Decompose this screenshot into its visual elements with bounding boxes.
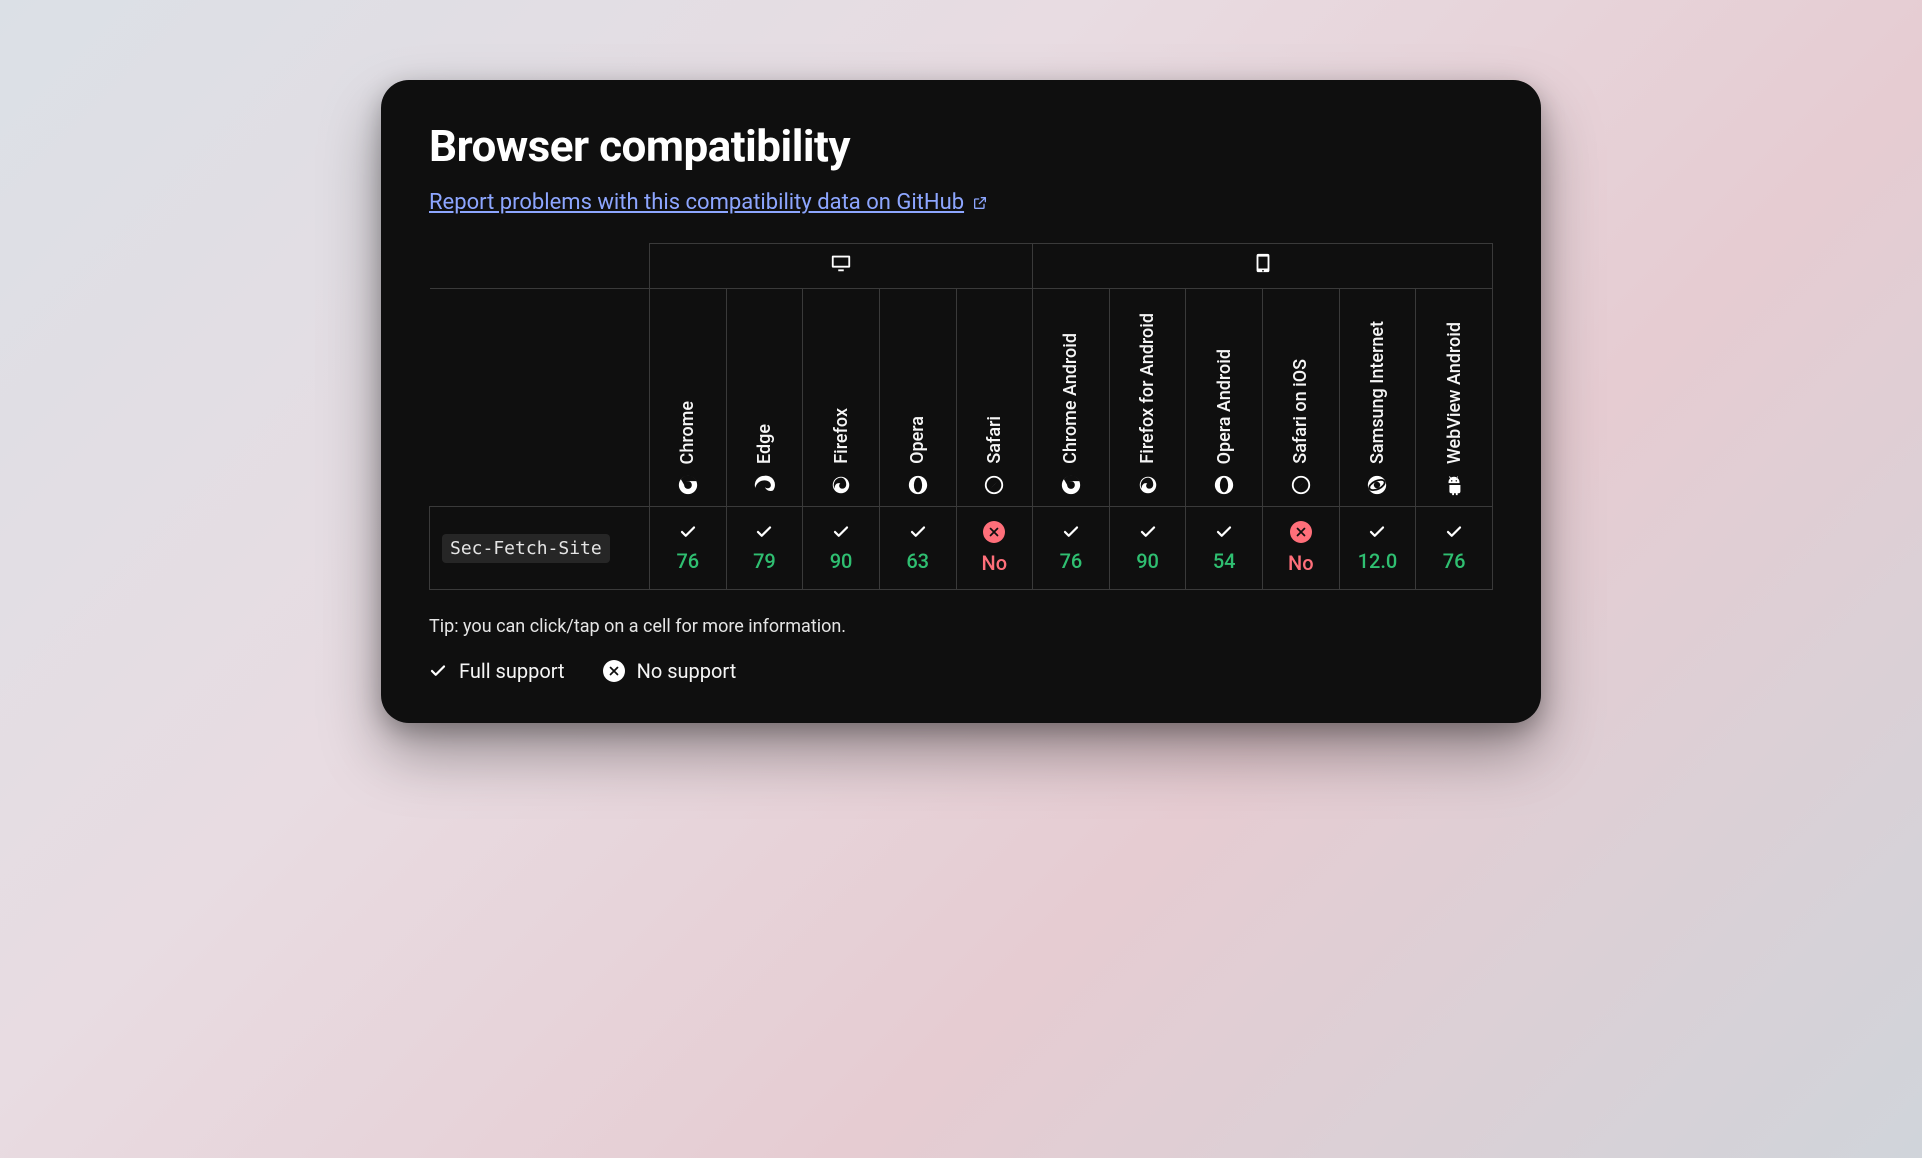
support-cell-webview_android[interactable]: 76	[1416, 507, 1493, 590]
browser-name: Firefox for Android	[1137, 313, 1158, 464]
support-version: 76	[1060, 549, 1083, 573]
browser-name: Chrome Android	[1060, 333, 1081, 464]
support-cell-safari_ios[interactable]: No	[1263, 507, 1340, 590]
check-icon	[429, 662, 447, 680]
browser-head-firefox_android: Firefox for Android	[1109, 289, 1186, 507]
support-cell-firefox[interactable]: 90	[803, 507, 880, 590]
browser-head-chrome: Chrome	[650, 289, 727, 507]
chrome-icon	[677, 474, 699, 496]
feature-blank	[430, 289, 650, 507]
browser-head-edge: Edge	[726, 289, 803, 507]
edge-icon	[753, 474, 775, 496]
check-icon	[832, 523, 850, 541]
legend-none-label: No support	[637, 659, 737, 683]
legend-full-label: Full support	[459, 659, 565, 683]
check-icon	[1062, 523, 1080, 541]
report-issue-link[interactable]: Report problems with this compatibility …	[429, 190, 988, 215]
support-version: 12.0	[1358, 549, 1398, 573]
check-icon	[755, 523, 773, 541]
browser-name: Chrome	[677, 401, 698, 464]
samsung-icon	[1366, 474, 1388, 496]
support-version: 90	[1136, 549, 1159, 573]
browser-head-webview_android: WebView Android	[1416, 289, 1493, 507]
support-version: 76	[676, 549, 699, 573]
support-cell-firefox_android[interactable]: 90	[1109, 507, 1186, 590]
browser-head-samsung: Samsung Internet	[1339, 289, 1416, 507]
support-cell-chrome[interactable]: 76	[650, 507, 727, 590]
browser-name: Opera Android	[1214, 349, 1235, 464]
firefox-icon	[1137, 474, 1159, 496]
corner-blank	[430, 244, 650, 289]
compat-table: Chrome Edge Firefox Opera Safari Chrome Andro…	[429, 243, 1493, 590]
support-version: 79	[753, 549, 776, 573]
support-version: 90	[830, 549, 853, 573]
tip-text: Tip: you can click/tap on a cell for mor…	[429, 616, 1493, 637]
legend-no-support: No support	[603, 659, 737, 683]
support-cell-opera_android[interactable]: 54	[1186, 507, 1263, 590]
support-cell-opera[interactable]: 63	[879, 507, 956, 590]
browser-row: Chrome Edge Firefox Opera Safari Chrome Andro…	[430, 289, 1493, 507]
desktop-icon	[830, 252, 852, 274]
browser-name: WebView Android	[1444, 322, 1465, 464]
check-icon	[1445, 523, 1463, 541]
browser-name: Samsung Internet	[1367, 321, 1388, 464]
check-icon	[679, 523, 697, 541]
support-cell-samsung[interactable]: 12.0	[1339, 507, 1416, 590]
check-icon	[1215, 523, 1233, 541]
browser-head-opera_android: Opera Android	[1186, 289, 1263, 507]
safari-icon	[1290, 474, 1312, 496]
no-support-icon	[1290, 521, 1312, 543]
platform-row	[430, 244, 1493, 289]
platform-desktop	[650, 244, 1033, 289]
opera-icon	[907, 474, 929, 496]
browser-name: Safari	[984, 416, 1005, 464]
support-version: 63	[906, 549, 929, 573]
check-icon	[909, 523, 927, 541]
feature-code: Sec-Fetch-Site	[442, 534, 610, 563]
support-cell-edge[interactable]: 79	[726, 507, 803, 590]
check-icon	[1368, 523, 1386, 541]
support-cell-safari[interactable]: No	[956, 507, 1033, 590]
feature-name-cell: Sec-Fetch-Site	[430, 507, 650, 590]
browser-name: Edge	[754, 424, 775, 464]
legend-full-support: Full support	[429, 659, 565, 683]
firefox-icon	[830, 474, 852, 496]
browser-head-safari_ios: Safari on iOS	[1263, 289, 1340, 507]
chrome-icon	[1060, 474, 1082, 496]
safari-icon	[983, 474, 1005, 496]
mobile-icon	[1252, 252, 1274, 274]
browser-head-firefox: Firefox	[803, 289, 880, 507]
support-version: 54	[1213, 549, 1236, 573]
browser-name: Safari on iOS	[1290, 359, 1311, 464]
opera-icon	[1213, 474, 1235, 496]
browser-head-chrome_android: Chrome Android	[1033, 289, 1110, 507]
browser-name: Opera	[907, 416, 928, 464]
platform-mobile	[1033, 244, 1493, 289]
report-issue-label: Report problems with this compatibility …	[429, 190, 964, 215]
external-link-icon	[972, 195, 988, 211]
compat-card: Browser compatibility Report problems wi…	[381, 80, 1541, 723]
no-support-icon	[983, 521, 1005, 543]
check-icon	[1139, 523, 1157, 541]
support-version: No	[982, 551, 1008, 575]
support-version: No	[1288, 551, 1314, 575]
support-cell-chrome_android[interactable]: 76	[1033, 507, 1110, 590]
browser-head-opera: Opera	[879, 289, 956, 507]
android-icon	[1443, 474, 1465, 496]
no-support-icon	[603, 660, 625, 682]
browser-name: Firefox	[831, 408, 852, 464]
support-version: 76	[1443, 549, 1466, 573]
browser-head-safari: Safari	[956, 289, 1033, 507]
legend: Full support No support	[429, 659, 1493, 683]
table-row: Sec-Fetch-Site 76 79 90 63 No 76 90 54 No 12.0 76	[430, 507, 1493, 590]
section-title: Browser compatibility	[429, 120, 1493, 172]
